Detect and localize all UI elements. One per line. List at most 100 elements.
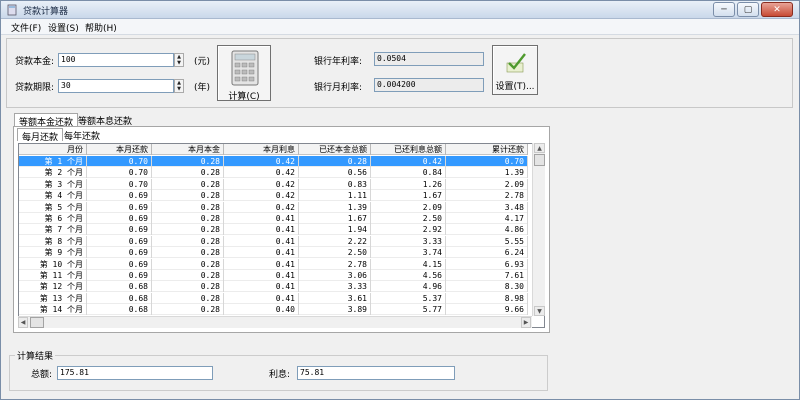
principal-unit: (元) — [194, 57, 211, 67]
table-row[interactable]: 第 1 个月 0.70 0.28 0.42 0.28 0.42 0.70 — [19, 156, 528, 167]
settings-button[interactable]: 设置(T)... — [492, 45, 538, 95]
table-cell: 0.28 — [152, 178, 224, 190]
table-cell: 第 10 个月 — [19, 258, 87, 270]
table-cell: 1.67 — [299, 213, 371, 224]
table-cell: 0.41 — [224, 213, 299, 224]
table-cell: 5.55 — [446, 235, 528, 247]
column-header[interactable]: 本月利息 — [224, 144, 299, 155]
table-row[interactable]: 第 4 个月 0.69 0.28 0.42 1.11 1.67 2.78 — [19, 190, 528, 202]
table-cell: 0.69 — [87, 258, 152, 270]
table-cell: 0.42 — [371, 156, 446, 167]
table-cell: 2.09 — [446, 178, 528, 190]
tab-yearly[interactable]: 每年还款 — [60, 128, 104, 142]
column-header[interactable]: 本月还款 — [87, 144, 152, 155]
table-cell: 0.41 — [224, 258, 299, 270]
table-cell: 0.84 — [371, 167, 446, 179]
table-cell: 0.42 — [224, 167, 299, 179]
table-cell: 第 14 个月 — [19, 304, 87, 316]
scroll-up-icon[interactable]: ▲ — [534, 143, 545, 153]
vertical-scrollbar[interactable]: ▲ ▼ — [532, 143, 545, 316]
monthly-rate-label: 银行月利率: — [314, 83, 363, 93]
table-cell: 0.69 — [87, 247, 152, 259]
period-input[interactable]: 30 — [58, 79, 174, 93]
table-cell: 0.28 — [152, 270, 224, 281]
annual-rate-field: 0.0504 — [374, 52, 484, 66]
table-cell: 8.98 — [446, 292, 528, 304]
table-cell: 0.28 — [152, 247, 224, 259]
column-header[interactable]: 月份 — [19, 144, 87, 155]
menu-file[interactable]: 文件(F) — [11, 21, 41, 34]
scroll-left-icon[interactable]: ◀ — [18, 317, 28, 328]
table-cell: 0.70 — [446, 156, 528, 167]
table-row[interactable]: 第 2 个月 0.70 0.28 0.42 0.56 0.84 1.39 — [19, 167, 528, 179]
table-cell: 2.50 — [299, 247, 371, 259]
scroll-down-icon[interactable]: ▼ — [534, 306, 545, 316]
calculator-icon — [7, 4, 17, 16]
table-cell: 第 13 个月 — [19, 292, 87, 304]
table-cell: 0.42 — [224, 201, 299, 213]
table-row[interactable]: 第 11 个月 0.69 0.28 0.41 3.06 4.56 7.61 — [19, 270, 528, 281]
scroll-right-icon[interactable]: ▶ — [521, 317, 531, 328]
table-cell: 3.74 — [371, 247, 446, 259]
table-cell: 3.48 — [446, 201, 528, 213]
column-header[interactable]: 已还利息总额 — [371, 144, 446, 155]
table-cell: 0.68 — [87, 281, 152, 293]
table-row[interactable]: 第 5 个月 0.69 0.28 0.42 1.39 2.09 3.48 — [19, 201, 528, 213]
table-row[interactable]: 第 8 个月 0.69 0.28 0.41 2.22 3.33 5.55 — [19, 235, 528, 247]
table-cell: 3.89 — [299, 304, 371, 316]
calculate-button[interactable]: 计算(C) — [217, 45, 271, 102]
table-cell: 1.39 — [299, 201, 371, 213]
close-button[interactable]: ✕ — [761, 2, 793, 17]
principal-input[interactable]: 100 — [58, 53, 174, 67]
period-spinner[interactable]: ▲ ▼ — [174, 79, 184, 93]
calculate-button-label: 计算(C) — [228, 92, 260, 102]
table-cell: 0.40 — [224, 304, 299, 316]
table-row[interactable]: 第 12 个月 0.68 0.28 0.41 3.33 4.96 8.30 — [19, 281, 528, 293]
table-cell: 第 1 个月 — [19, 156, 87, 167]
title-bar[interactable]: 贷款计算器 ─ ▢ ✕ — [1, 1, 799, 19]
table-cell: 0.28 — [152, 224, 224, 236]
menu-settings[interactable]: 设置(S) — [48, 21, 79, 34]
horizontal-scrollbar[interactable]: ◀ ▶ — [18, 316, 532, 328]
table-cell: 8.30 — [446, 281, 528, 293]
table-row[interactable]: 第 6 个月 0.69 0.28 0.41 1.67 2.50 4.17 — [19, 213, 528, 224]
table-cell: 第 9 个月 — [19, 247, 87, 259]
horizontal-scroll-thumb[interactable] — [30, 317, 44, 328]
menu-help[interactable]: 帮助(H) — [85, 21, 117, 34]
table-row[interactable]: 第 9 个月 0.69 0.28 0.41 2.50 3.74 6.24 — [19, 247, 528, 259]
settings-button-label: 设置(T)... — [495, 82, 535, 92]
column-header[interactable]: 已还本金总额 — [299, 144, 371, 155]
maximize-button[interactable]: ▢ — [737, 2, 759, 17]
table-cell: 1.94 — [299, 224, 371, 236]
tab-monthly[interactable]: 每月还款 — [17, 128, 64, 143]
tab-equal-installment[interactable]: 等额本息还款 — [74, 113, 136, 127]
table-cell: 5.77 — [371, 304, 446, 316]
table-cell: 0.56 — [299, 167, 371, 179]
payment-table[interactable]: 月份 本月还款 本月本金 本月利息 已还本金总额 已还利息总额 累计还款第 1 个月 0.70… — [18, 143, 545, 328]
table-cell: 4.17 — [446, 213, 528, 224]
input-panel — [6, 38, 793, 108]
table-row[interactable]: 第 14 个月 0.68 0.28 0.40 3.89 5.77 9.66 — [19, 304, 528, 316]
window-title: 贷款计算器 — [23, 7, 69, 17]
table-cell: 0.69 — [87, 201, 152, 213]
table-row[interactable]: 第 10 个月 0.69 0.28 0.41 2.78 4.15 6.93 — [19, 258, 528, 270]
table-row[interactable]: 第 3 个月 0.70 0.28 0.42 0.83 1.26 2.09 — [19, 178, 528, 190]
tab-equal-principal[interactable]: 等额本金还款 — [14, 113, 79, 128]
period-label: 贷款期限: — [15, 83, 55, 93]
total-label: 总额: — [31, 370, 53, 380]
table-cell: 4.86 — [446, 224, 528, 236]
table-cell: 0.69 — [87, 224, 152, 236]
table-row[interactable]: 第 7 个月 0.69 0.28 0.41 1.94 2.92 4.86 — [19, 224, 528, 236]
menu-bar: 文件(F) 设置(S) 帮助(H) — [1, 19, 799, 35]
table-cell: 1.26 — [371, 178, 446, 190]
column-header[interactable]: 累计还款 — [446, 144, 528, 155]
table-row[interactable]: 第 13 个月 0.68 0.28 0.41 3.61 5.37 8.98 — [19, 292, 528, 304]
minimize-button[interactable]: ─ — [713, 2, 735, 17]
table-cell: 第 5 个月 — [19, 201, 87, 213]
result-group-label: 计算结果 — [15, 349, 56, 362]
vertical-scroll-thumb[interactable] — [534, 154, 545, 166]
period-unit: (年) — [194, 83, 211, 93]
column-header[interactable]: 本月本金 — [152, 144, 224, 155]
principal-spinner[interactable]: ▲ ▼ — [174, 53, 184, 67]
table-cell: 0.41 — [224, 281, 299, 293]
